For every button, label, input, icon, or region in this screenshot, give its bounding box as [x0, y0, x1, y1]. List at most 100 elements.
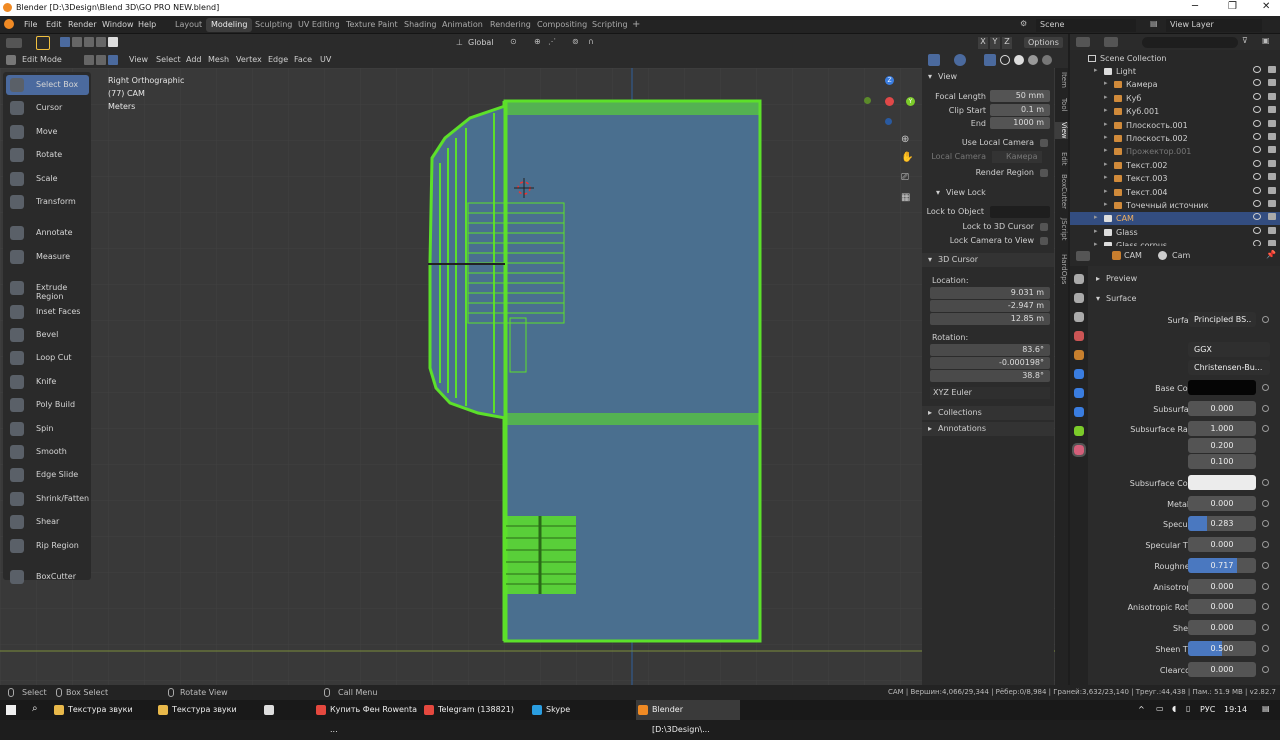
gizmo-neg-y-axis[interactable] — [864, 97, 871, 104]
taskbar-app[interactable]: Telegram (138821) — [422, 700, 526, 720]
tool-bevel[interactable]: Bevel — [6, 325, 89, 345]
view-layer-name[interactable]: View Layer — [1166, 19, 1262, 32]
snap-icon[interactable]: ⊕ — [534, 37, 541, 46]
expand-chevron-icon[interactable]: ▸ — [1094, 66, 1098, 74]
material-shading-icon[interactable] — [1028, 55, 1038, 65]
tool-poly-build[interactable]: Poly Build — [6, 395, 89, 415]
render-camera-icon[interactable] — [1268, 106, 1276, 114]
lock-to-3d-cursor-checkbox[interactable] — [1040, 223, 1048, 231]
material-tab-icon[interactable] — [1072, 443, 1086, 457]
render-tab-icon[interactable] — [1074, 293, 1084, 303]
socket-link-icon[interactable] — [1262, 520, 1269, 527]
taskbar-app[interactable]: Текстура звуки — [52, 700, 152, 720]
property-number-field[interactable]: 0.000 — [1188, 620, 1256, 635]
pin-icon[interactable]: 📌 — [1266, 250, 1276, 259]
collections-header[interactable]: ▸ Collections — [922, 406, 1054, 420]
cursor-rot-x-field[interactable]: 83.6° — [930, 344, 1050, 356]
menu-render[interactable]: Render — [68, 20, 96, 29]
property-number-field[interactable]: 0.000 — [1188, 662, 1256, 677]
property-number-field[interactable]: 0.000 — [1188, 537, 1256, 552]
windows-start-icon[interactable] — [6, 705, 16, 715]
snap-target-icon[interactable]: ⋰ — [548, 37, 556, 46]
tab-layout[interactable]: Layout — [170, 18, 207, 32]
tab-shading[interactable]: Shading — [399, 18, 442, 32]
add-workspace-icon[interactable]: + — [632, 19, 640, 30]
tab-uv-editing[interactable]: UV Editing — [293, 18, 345, 32]
visibility-eye-icon[interactable] — [1253, 159, 1261, 167]
outliner-row[interactable]: ▸ Glass — [1070, 226, 1280, 239]
expand-chevron-icon[interactable]: ▸ — [1104, 120, 1108, 128]
tool-measure[interactable]: Measure — [6, 247, 89, 267]
outliner-row[interactable]: ▸ Прожектор.001 — [1070, 145, 1280, 158]
scene-icon[interactable]: ⚙ — [1020, 19, 1027, 28]
battery-icon[interactable]: ▯ — [1186, 704, 1190, 713]
socket-link-icon[interactable] — [1262, 425, 1269, 432]
display-mode-icon[interactable] — [1104, 37, 1118, 47]
tab-scripting[interactable]: Scripting — [587, 18, 633, 32]
property-number-field[interactable]: 0.000 — [1188, 401, 1256, 416]
physics-tab-icon[interactable] — [1074, 407, 1084, 417]
face-select-mode-icon[interactable] — [108, 55, 118, 65]
use-local-camera-checkbox[interactable] — [1040, 139, 1048, 147]
tool-boxcutter[interactable]: BoxCutter — [6, 567, 89, 587]
tool-spin[interactable]: Spin — [6, 419, 89, 439]
property-number-field[interactable]: 0.000 — [1188, 496, 1256, 511]
xray-icon[interactable] — [984, 54, 996, 66]
menu-window[interactable]: Window — [102, 20, 134, 29]
cursor-loc-y-field[interactable]: -2.947 m — [930, 300, 1050, 312]
property-dropdown[interactable]: Christensen-Bu... — [1188, 360, 1270, 375]
gizmo-z-axis[interactable]: Z — [885, 76, 894, 85]
outliner-row[interactable]: ▸ CAM — [1070, 212, 1280, 226]
tool-knife[interactable]: Knife — [6, 372, 89, 392]
render-camera-icon[interactable] — [1268, 226, 1276, 234]
socket-link-icon[interactable] — [1262, 384, 1269, 391]
lock-camera-to-view-checkbox[interactable] — [1040, 237, 1048, 245]
tool-cursor[interactable]: Cursor — [6, 98, 89, 118]
render-camera-icon[interactable] — [1268, 213, 1276, 221]
outliner-row[interactable]: ▸ Камера — [1070, 78, 1280, 91]
filter-icon[interactable]: ⊽ — [1242, 36, 1248, 45]
taskbar-app[interactable] — [262, 700, 310, 720]
viewport-menu-vertex[interactable]: Vertex — [236, 55, 262, 64]
expand-chevron-icon[interactable]: ▸ — [1104, 173, 1108, 181]
outliner-row[interactable]: ▸ Light — [1070, 65, 1280, 78]
taskbar-app[interactable]: Skype — [530, 700, 632, 720]
render-camera-icon[interactable] — [1268, 66, 1276, 73]
view-layer-icon[interactable]: ▤ — [1150, 19, 1158, 28]
property-slider[interactable]: 0.717 — [1188, 558, 1256, 573]
editor-type-icon[interactable] — [6, 38, 22, 48]
scene-tab-icon[interactable] — [1074, 331, 1084, 341]
local-camera-field[interactable]: Камера — [992, 151, 1042, 163]
volume-icon[interactable]: ◖ — [1172, 704, 1176, 713]
close-icon[interactable]: ✕ — [1262, 1, 1270, 12]
transform-orientation-dropdown[interactable]: Global — [468, 38, 494, 47]
edge-select-mode-icon[interactable] — [96, 55, 106, 65]
clip-end-field[interactable]: 1000 m — [990, 117, 1050, 129]
property-number-field[interactable]: 0.000 — [1188, 579, 1256, 594]
viewport-menu-mesh[interactable]: Mesh — [208, 55, 229, 64]
menu-edit[interactable]: Edit — [46, 20, 62, 29]
select-mode-extend-icon[interactable] — [72, 37, 82, 47]
visibility-eye-icon[interactable] — [1253, 119, 1261, 127]
tool-annotate[interactable]: Annotate — [6, 223, 89, 243]
render-camera-icon[interactable] — [1268, 173, 1276, 181]
socket-link-icon[interactable] — [1262, 405, 1269, 412]
cursor-loc-z-field[interactable]: 12.85 m — [930, 313, 1050, 325]
camera-view-icon[interactable]: ⎚ — [901, 172, 909, 183]
tool-loop-cut[interactable]: Loop Cut — [6, 348, 89, 368]
socket-link-icon[interactable] — [1262, 603, 1269, 610]
minimize-icon[interactable]: ─ — [1192, 1, 1198, 12]
visibility-eye-icon[interactable] — [1253, 226, 1261, 234]
visibility-eye-icon[interactable] — [1253, 186, 1261, 194]
taskbar-app[interactable]: Blender [D:\3Design\... — [636, 700, 740, 734]
viewport-menu-add[interactable]: Add — [186, 55, 202, 64]
tool-extrude-region[interactable]: Extrude Region — [6, 278, 89, 301]
data-tab-icon[interactable] — [1074, 426, 1084, 436]
property-number-field[interactable]: 0.200 — [1188, 438, 1256, 453]
socket-link-icon[interactable] — [1262, 479, 1269, 486]
proportional-falloff-icon[interactable]: ∩ — [588, 37, 594, 46]
render-camera-icon[interactable] — [1268, 159, 1276, 167]
transform-orientation-icon[interactable]: ⊥ — [456, 38, 463, 47]
color-swatch[interactable] — [1188, 475, 1256, 490]
gizmo-y-axis[interactable]: Y — [906, 97, 915, 106]
